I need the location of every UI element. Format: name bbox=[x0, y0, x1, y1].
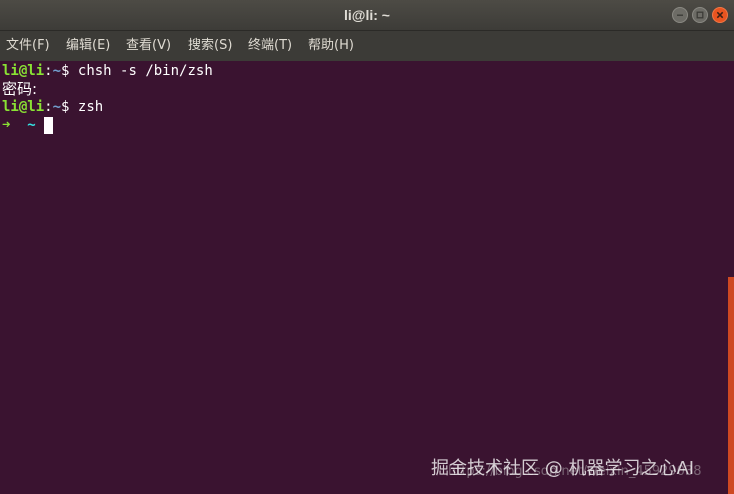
terminal-output[interactable]: li@li:~$ chsh -s /bin/zsh 密码: li@li:~$ z… bbox=[0, 61, 734, 494]
maximize-button[interactable] bbox=[692, 7, 708, 23]
zsh-prompt-path: ~ bbox=[27, 117, 36, 133]
prompt-user: li@li bbox=[2, 99, 45, 115]
minimize-button[interactable] bbox=[672, 7, 688, 23]
menu-file[interactable]: 文件(F) bbox=[6, 31, 50, 61]
terminal-line: 密码: bbox=[2, 80, 37, 98]
scrollbar[interactable] bbox=[728, 277, 734, 494]
window-title: li@li: ~ bbox=[344, 7, 390, 23]
prompt-symbol: $ bbox=[61, 63, 78, 79]
prompt-symbol: $ bbox=[61, 99, 78, 115]
maximize-icon bbox=[696, 11, 704, 19]
terminal-line: ➜ ~ bbox=[2, 116, 54, 134]
close-icon bbox=[716, 11, 724, 19]
text-cursor bbox=[44, 117, 54, 134]
menu-help[interactable]: 帮助(H) bbox=[308, 31, 354, 61]
password-prompt: 密码: bbox=[2, 80, 38, 98]
terminal-window: li@li: ~ 文件(F) 编辑(E) 查看(V) 搜索(S) 终端(T) 帮… bbox=[0, 0, 734, 494]
menu-edit[interactable]: 编辑(E) bbox=[66, 31, 110, 61]
prompt-user: li@li bbox=[2, 63, 45, 79]
command-text: chsh -s /bin/zsh bbox=[77, 63, 213, 79]
command-text: zsh bbox=[77, 99, 104, 115]
prompt-path: ~ bbox=[52, 63, 62, 79]
terminal-line: li@li:~$ zsh bbox=[2, 98, 103, 116]
title-bar[interactable]: li@li: ~ bbox=[0, 0, 734, 31]
menu-search[interactable]: 搜索(S) bbox=[188, 31, 232, 61]
close-button[interactable] bbox=[712, 7, 728, 23]
menu-bar: 文件(F) 编辑(E) 查看(V) 搜索(S) 终端(T) 帮助(H) bbox=[0, 31, 734, 61]
prompt-separator: : bbox=[44, 63, 53, 79]
menu-view[interactable]: 查看(V) bbox=[126, 31, 171, 61]
minimize-icon bbox=[677, 14, 683, 16]
prompt-path: ~ bbox=[52, 99, 62, 115]
terminal-line: li@li:~$ chsh -s /bin/zsh bbox=[2, 62, 213, 80]
prompt-separator: : bbox=[44, 99, 53, 115]
menu-terminal[interactable]: 终端(T) bbox=[248, 31, 292, 61]
watermark-text: 掘金技术社区 @ 机器学习之心AI bbox=[431, 458, 695, 479]
